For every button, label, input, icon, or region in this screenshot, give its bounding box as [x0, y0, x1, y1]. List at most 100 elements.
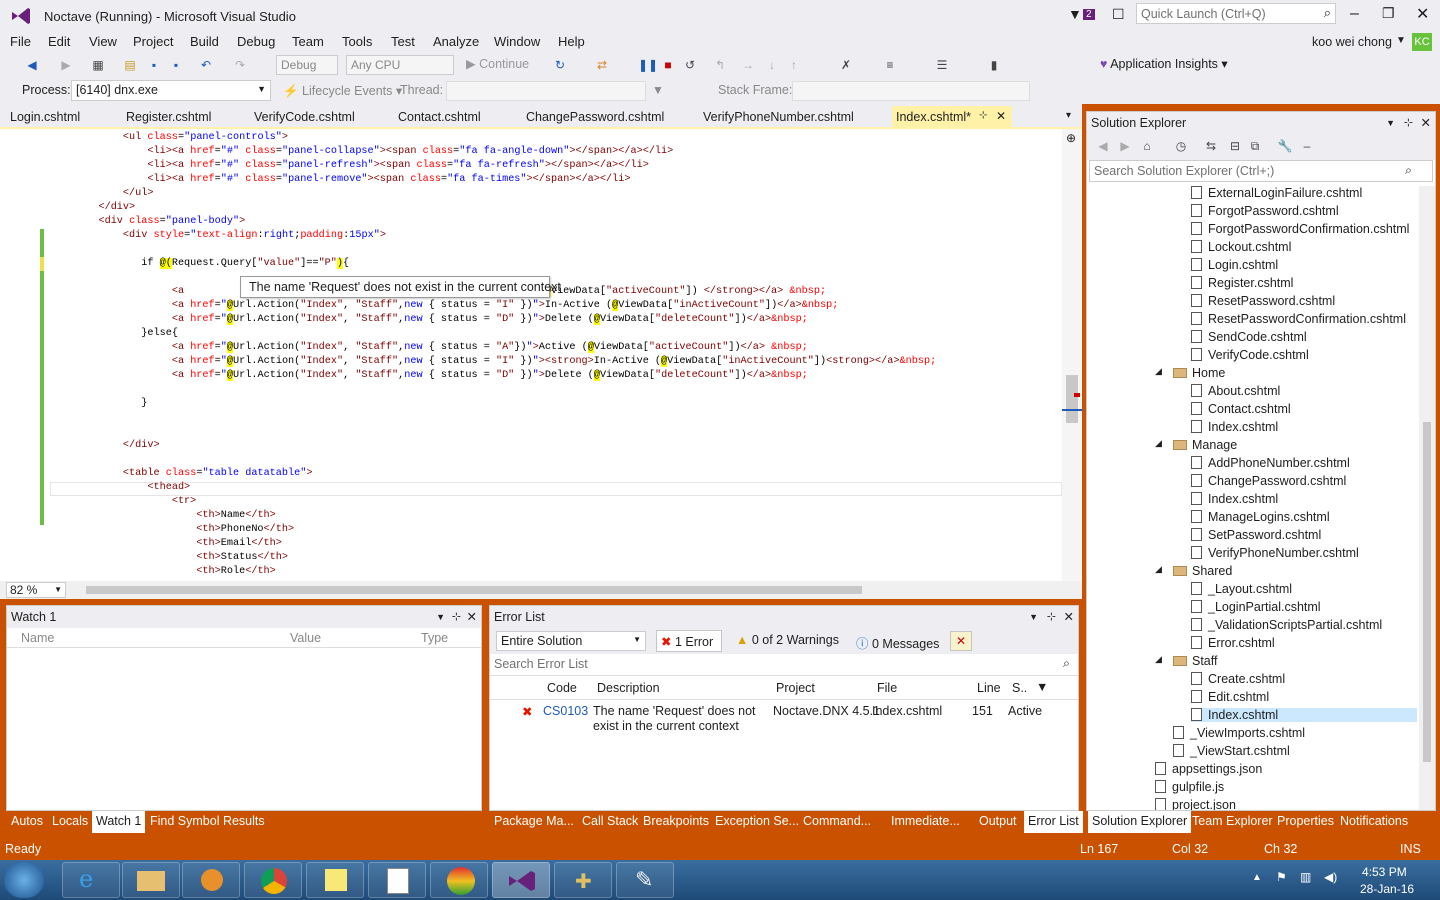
menu-build[interactable]: Build: [190, 34, 219, 49]
tab-watch1[interactable]: Watch 1: [92, 811, 146, 833]
refresh-icon[interactable]: ↻: [552, 57, 568, 73]
menu-file[interactable]: File: [10, 34, 31, 49]
vertical-scrollbar[interactable]: ⊕: [1062, 129, 1082, 581]
back-icon[interactable]: ◀: [24, 57, 40, 73]
visual-studio-icon[interactable]: [492, 862, 550, 898]
list-item[interactable]: Edit.cshtml: [1191, 690, 1269, 704]
process-select[interactable]: [6140] dnx.exe ▼: [71, 80, 271, 101]
chevron-down-icon[interactable]: ▼: [1396, 35, 1406, 46]
show-next-icon[interactable]: ↰: [712, 57, 728, 73]
expand-arrow-icon[interactable]: ◢: [1155, 366, 1162, 377]
list-item[interactable]: SendCode.cshtml: [1191, 330, 1307, 344]
avatar[interactable]: KC: [1412, 33, 1432, 51]
tab-contact[interactable]: Contact.cshtml: [398, 110, 481, 124]
dropdown-icon[interactable]: ▼: [436, 606, 445, 628]
continue-button[interactable]: ▶ Continue: [466, 56, 529, 71]
stop-icon[interactable]: ■: [660, 57, 676, 73]
menu-project[interactable]: Project: [133, 34, 173, 49]
clock-time[interactable]: 4:53 PM: [1362, 865, 1407, 879]
user-name[interactable]: koo wei chong: [1312, 35, 1392, 49]
messages-filter-button[interactable]: ⓘ 0 Messages: [856, 633, 939, 652]
volume-icon[interactable]: ◀): [1324, 870, 1337, 884]
tab-exception-settings[interactable]: Exception Se...: [715, 814, 799, 828]
dropdown-icon[interactable]: ▼: [1386, 112, 1395, 134]
filter-icon[interactable]: ▼: [652, 83, 664, 97]
tab-overflow-icon[interactable]: ▾: [1066, 110, 1071, 121]
scroll-thumb[interactable]: [1423, 422, 1431, 762]
list-item[interactable]: _ViewStart.cshtml: [1173, 744, 1290, 758]
tab-login[interactable]: Login.cshtml: [10, 110, 80, 124]
scope-select[interactable]: Entire Solution ▼: [496, 631, 646, 651]
pin-icon[interactable]: ⊹: [1404, 112, 1413, 134]
forward-icon[interactable]: ▶: [1117, 138, 1133, 154]
action-center-icon[interactable]: ⚑: [1276, 870, 1287, 884]
tab-index-active[interactable]: Index.cshtml* ⊹ ✕: [892, 106, 1012, 129]
list-item[interactable]: _LoginPartial.cshtml: [1191, 600, 1321, 614]
solution-scrollbar[interactable]: [1419, 186, 1435, 810]
tab-properties[interactable]: Properties: [1277, 814, 1334, 828]
tab-find-symbol[interactable]: Find Symbol Results: [150, 814, 265, 828]
list-item[interactable]: ForgotPasswordConfirmation.cshtml: [1191, 222, 1409, 236]
close-button[interactable]: ✕: [1416, 4, 1429, 24]
sync-icon[interactable]: ⇆: [1203, 138, 1219, 154]
list-item[interactable]: ExternalLoginFailure.cshtml: [1191, 186, 1362, 200]
tab-changepassword[interactable]: ChangePassword.cshtml: [526, 110, 664, 124]
minimize-button[interactable]: –: [1350, 5, 1359, 23]
list-item[interactable]: project.json: [1155, 798, 1236, 810]
list-item[interactable]: _Layout.cshtml: [1191, 582, 1292, 596]
folder-item[interactable]: ◢ Manage: [1155, 438, 1237, 452]
list-item[interactable]: ForgotPassword.cshtml: [1191, 204, 1339, 218]
tab-immediate[interactable]: Immediate...: [891, 814, 960, 828]
exceptions-icon[interactable]: ✗: [838, 57, 854, 73]
close-icon[interactable]: ✕: [1064, 606, 1074, 628]
bookmark-icon[interactable]: ▮: [986, 57, 1002, 73]
split-icon[interactable]: ⊕: [1066, 131, 1076, 145]
redo-icon[interactable]: ↷: [232, 57, 248, 73]
stackframe-select[interactable]: [792, 81, 1030, 101]
save-icon[interactable]: ▪: [146, 57, 162, 73]
list-item[interactable]: Login.cshtml: [1191, 258, 1278, 272]
pin-icon[interactable]: ⊹: [1047, 606, 1056, 628]
tab-output[interactable]: Output: [979, 814, 1017, 828]
platform-select[interactable]: Any CPU: [346, 55, 454, 75]
explorer-icon[interactable]: [122, 862, 180, 898]
tab-register[interactable]: Register.cshtml: [126, 110, 211, 124]
list-item[interactable]: appsettings.json: [1155, 762, 1262, 776]
editor-hscroll[interactable]: 82 % ▼: [0, 581, 1082, 599]
errors-filter-button[interactable]: ✖ 1 Error: [656, 630, 722, 652]
code-text[interactable]: <ul class="panel-controls"> <li><a href=…: [74, 131, 1064, 581]
expand-arrow-icon[interactable]: ◢: [1155, 438, 1162, 449]
scroll-thumb[interactable]: [1066, 375, 1078, 423]
list-item[interactable]: Create.cshtml: [1191, 672, 1285, 686]
open-file-icon[interactable]: ▤: [122, 57, 138, 73]
list-item[interactable]: Lockout.cshtml: [1191, 240, 1291, 254]
list-item[interactable]: Error.cshtml: [1191, 636, 1275, 650]
lifecycle-events[interactable]: ⚡ Lifecycle Events ▾: [283, 83, 402, 99]
sticky-notes-icon[interactable]: [306, 862, 364, 898]
tools-icon[interactable]: ✚: [554, 862, 612, 898]
list-item[interactable]: _ValidationScriptsPartial.cshtml: [1191, 618, 1382, 632]
list-item[interactable]: ResetPasswordConfirmation.cshtml: [1191, 312, 1406, 326]
step-over-icon[interactable]: ↓: [764, 57, 780, 73]
indent-icon[interactable]: ☰: [934, 57, 950, 73]
expand-arrow-icon[interactable]: ◢: [1155, 654, 1162, 665]
tray-expand-icon[interactable]: ▲: [1252, 872, 1262, 883]
pin-icon[interactable]: ⊹: [452, 606, 461, 628]
notification-count[interactable]: 2: [1083, 9, 1095, 20]
save-all-icon[interactable]: ▪: [168, 57, 184, 73]
feedback-icon[interactable]: ☐: [1112, 6, 1125, 23]
menu-window[interactable]: Window: [494, 34, 540, 49]
list-item[interactable]: VerifyPhoneNumber.cshtml: [1191, 546, 1359, 560]
list-item[interactable]: Index.cshtml: [1191, 492, 1278, 506]
close-icon[interactable]: ✕: [996, 109, 1006, 123]
expand-arrow-icon[interactable]: ◢: [1155, 564, 1162, 575]
chrome-icon[interactable]: [244, 862, 302, 898]
paint-icon[interactable]: ✎: [616, 862, 674, 898]
folder-item[interactable]: ◢ Shared: [1155, 564, 1232, 578]
tab-error-list[interactable]: Error List: [1024, 811, 1083, 833]
clock-date[interactable]: 28-Jan-16: [1360, 882, 1414, 896]
menu-tools[interactable]: Tools: [342, 34, 372, 49]
error-search-input[interactable]: Search Error List ⌕: [490, 654, 1078, 676]
warnings-filter-button[interactable]: ▲ 0 of 2 Warnings: [736, 633, 839, 647]
tab-verifyphonenumber[interactable]: VerifyPhoneNumber.cshtml: [703, 110, 854, 124]
